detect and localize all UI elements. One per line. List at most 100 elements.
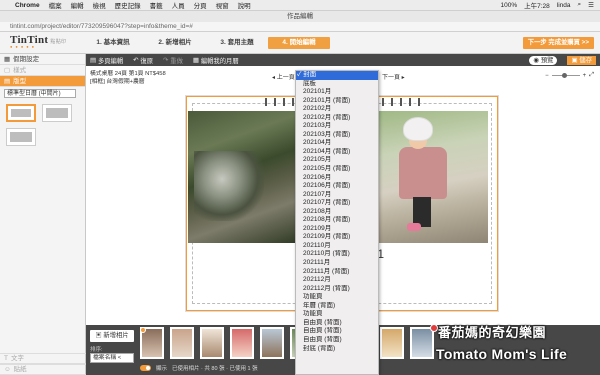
button-label: 新增相片 bbox=[103, 332, 129, 339]
zoom-control[interactable]: − + ⤢ bbox=[545, 72, 594, 79]
edit-my-month-button[interactable]: ▦ 編輯我的月曆 bbox=[193, 56, 239, 65]
tab-style[interactable]: ▢ 樣式 bbox=[0, 65, 85, 76]
menu-history[interactable]: 歷史記錄 bbox=[115, 0, 141, 10]
zoom-slider[interactable] bbox=[551, 73, 580, 78]
menu-file[interactable]: 檔案 bbox=[49, 0, 62, 10]
layout-thumbnail[interactable] bbox=[6, 104, 36, 122]
page-option[interactable]: 202103月 bbox=[296, 122, 378, 131]
page-option[interactable]: 自由頁 (背面) bbox=[296, 327, 378, 336]
next-checkout-button[interactable]: 下一步 完成並購買 >> bbox=[522, 37, 594, 49]
page-option[interactable]: 年曆 (背面) bbox=[296, 302, 378, 311]
page-option[interactable]: 202112月 (背面) bbox=[296, 285, 378, 294]
page-option[interactable]: 202109月 (背面) bbox=[296, 233, 378, 242]
redo-button[interactable]: ↷ 重做 bbox=[163, 56, 183, 65]
zoom-knob[interactable] bbox=[561, 73, 567, 78]
style-icon: ▢ bbox=[4, 66, 11, 74]
page-option[interactable]: 202104月 (背面) bbox=[296, 148, 378, 157]
step-basic-info[interactable]: 1. 基本資訊 bbox=[82, 37, 144, 49]
prev-label: 上一頁 bbox=[276, 75, 295, 81]
page-option[interactable]: 202104月 bbox=[296, 139, 378, 148]
page-option[interactable]: 功能頁 bbox=[296, 310, 378, 319]
menu-list-icon[interactable]: ☰ bbox=[588, 1, 594, 9]
prev-page-button[interactable]: ◂ 上一頁 bbox=[272, 72, 295, 81]
page-option[interactable]: 自由頁 (背面) bbox=[296, 336, 378, 345]
photo-slot-left[interactable] bbox=[188, 111, 298, 243]
menu-people[interactable]: 人員 bbox=[172, 0, 185, 10]
photo-thumbnail[interactable] bbox=[200, 327, 224, 359]
menu-help[interactable]: 說明 bbox=[238, 0, 251, 10]
menu-window[interactable]: 視窗 bbox=[216, 0, 229, 10]
show-used-toggle[interactable] bbox=[140, 365, 151, 371]
multi-page-edit-button[interactable]: ▤ 多頁編輯 bbox=[90, 56, 123, 65]
page-option[interactable]: 202102月 (背面) bbox=[296, 114, 378, 123]
page-option[interactable]: 202110月 (背面) bbox=[296, 250, 378, 259]
zoom-in-icon[interactable]: + bbox=[583, 73, 587, 79]
app-name[interactable]: Chrome bbox=[15, 2, 40, 9]
tab-text[interactable]: T 文字 bbox=[0, 353, 86, 364]
page-option[interactable]: 202101月 bbox=[296, 88, 378, 97]
sort-select[interactable]: 檔案名稱 < bbox=[90, 353, 134, 363]
clock: 上午7:28 bbox=[524, 3, 550, 10]
tab-label: 假期設定 bbox=[13, 55, 40, 63]
page-option[interactable]: 202103月 (背面) bbox=[296, 131, 378, 140]
page-option[interactable]: 功能頁 bbox=[296, 293, 378, 302]
page-option[interactable]: 202107月 (背面) bbox=[296, 199, 378, 208]
layout-type-select[interactable]: 標準型日曆 (中間片) bbox=[4, 89, 76, 98]
tab-stickers[interactable]: ☺ 貼紙 bbox=[0, 364, 86, 375]
photo-thumbnail[interactable] bbox=[230, 327, 254, 359]
save-button[interactable]: ▣ 儲存 bbox=[567, 55, 596, 65]
next-page-button[interactable]: 下一頁 ▸ bbox=[382, 72, 405, 81]
undo-button[interactable]: ↶ 復原 bbox=[133, 56, 153, 65]
page-select-dropdown[interactable]: ✓ 封面 底板 202101月 202101月 (背面) 202102月 202102月 … bbox=[295, 70, 379, 375]
fullscreen-icon[interactable]: ⤢ bbox=[589, 72, 594, 79]
left-panel: ▦ 假期設定 ▢ 樣式 ▤ 版型 標準型日曆 (中間片) T 文字 ☺ 貼紙 bbox=[0, 54, 86, 375]
address-bar[interactable]: tintint.com/project/editor/773209596047?… bbox=[0, 22, 600, 32]
tab-label: 貼紙 bbox=[13, 366, 27, 373]
tab-layout[interactable]: ▤ 版型 bbox=[0, 76, 85, 87]
photo-thumbnail[interactable] bbox=[410, 327, 434, 359]
search-icon[interactable]: ⌕ bbox=[578, 1, 582, 9]
tab-label: 版型 bbox=[13, 77, 27, 85]
page-option[interactable]: 202111月 bbox=[296, 259, 378, 268]
zoom-out-icon[interactable]: − bbox=[545, 73, 549, 79]
menu-tabs[interactable]: 分頁 bbox=[194, 0, 207, 10]
tab-holiday-settings[interactable]: ▦ 假期設定 bbox=[0, 54, 85, 65]
layout-thumbnail[interactable] bbox=[42, 104, 72, 122]
button-label: 儲存 bbox=[579, 56, 592, 64]
logo[interactable]: TinTint 點點印 ● ● ● ● ● bbox=[10, 34, 66, 49]
sort-label: 排序: bbox=[90, 347, 103, 353]
add-photo-button[interactable]: ▣ 新增相片 bbox=[90, 330, 134, 342]
project-info-line2: [相框] 台灣假期+農曆 bbox=[90, 79, 145, 85]
page-option[interactable]: 202102月 bbox=[296, 105, 378, 114]
photo-thumbnail[interactable] bbox=[140, 327, 164, 359]
page-option[interactable]: 202106月 bbox=[296, 174, 378, 183]
page-option[interactable]: 202108月 bbox=[296, 208, 378, 217]
layout-thumbnail[interactable] bbox=[6, 128, 36, 146]
page-option[interactable]: 封底 (背面) bbox=[296, 345, 378, 354]
step-add-photos[interactable]: 2. 新增相片 bbox=[144, 37, 206, 49]
page-option[interactable]: 202108月 (背面) bbox=[296, 216, 378, 225]
page-option[interactable]: 202105月 (背面) bbox=[296, 165, 378, 174]
menu-bookmarks[interactable]: 書籤 bbox=[150, 0, 163, 10]
page-option[interactable]: 202106月 (背面) bbox=[296, 182, 378, 191]
page-option[interactable]: 202109月 bbox=[296, 225, 378, 234]
page-option[interactable]: ✓ 封面 bbox=[296, 71, 378, 80]
photo-thumbnail[interactable] bbox=[260, 327, 284, 359]
page-option[interactable]: 自由頁 (背面) bbox=[296, 319, 378, 328]
preview-button[interactable]: ◉ 預覽 bbox=[529, 55, 558, 65]
step-apply-theme[interactable]: 3. 套用主題 bbox=[206, 37, 268, 49]
page-option[interactable]: 202107月 bbox=[296, 191, 378, 200]
menu-view[interactable]: 檢視 bbox=[93, 0, 106, 10]
page-option[interactable]: 底板 bbox=[296, 80, 378, 89]
page-option[interactable]: 202101月 (背面) bbox=[296, 97, 378, 106]
photo-thumbnail[interactable] bbox=[380, 327, 404, 359]
step-start-editing[interactable]: 4. 開始編輯 bbox=[268, 37, 330, 49]
page-option[interactable]: 202110月 bbox=[296, 242, 378, 251]
page-option[interactable]: 202112月 bbox=[296, 276, 378, 285]
photo-thumbnail[interactable] bbox=[170, 327, 194, 359]
page-option[interactable]: 202105月 bbox=[296, 156, 378, 165]
menu-edit[interactable]: 編輯 bbox=[71, 0, 84, 10]
user-name[interactable]: linda bbox=[557, 2, 571, 9]
page-option[interactable]: 202111月 (背面) bbox=[296, 268, 378, 277]
photo-slot-right[interactable] bbox=[375, 111, 488, 243]
